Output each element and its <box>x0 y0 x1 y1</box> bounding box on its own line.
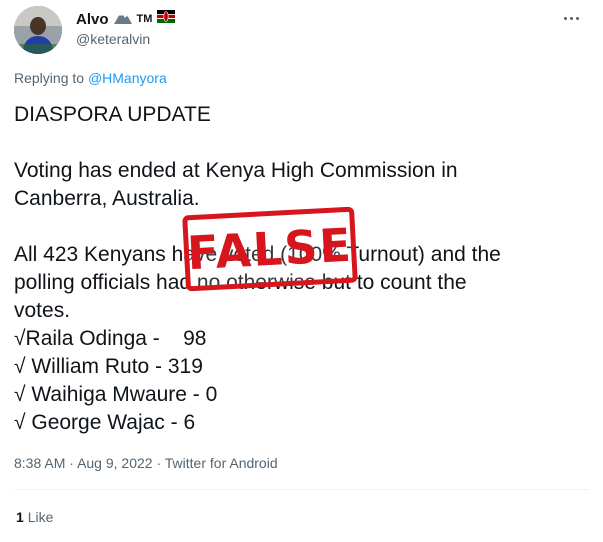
tweet-source[interactable]: Twitter for Android <box>165 455 278 471</box>
tweet-card: Alvo TM @keteralvin Replying to @HManyor… <box>0 0 603 542</box>
meta-separator: · <box>69 455 74 471</box>
divider <box>14 489 589 490</box>
tweet-date[interactable]: Aug 9, 2022 <box>77 455 153 471</box>
more-options-icon[interactable] <box>558 8 584 28</box>
false-stamp-text: FALSE <box>185 217 355 281</box>
author-name-row[interactable]: Alvo TM <box>76 8 176 30</box>
replying-to-label: Replying to <box>14 70 85 86</box>
likes-number: 1 <box>16 509 24 525</box>
false-stamp: FALSE <box>182 206 358 292</box>
tweet-line: votes. <box>14 299 71 322</box>
tweet-line: √ George Wajac - 6 <box>14 411 196 434</box>
tweet-meta: 8:38 AM · Aug 9, 2022 · Twitter for Andr… <box>14 455 278 471</box>
meta-separator: · <box>156 455 162 471</box>
tweet-line: √ William Ruto - 319 <box>14 355 203 378</box>
avatar[interactable] <box>14 6 62 54</box>
author-name[interactable]: Alvo <box>76 11 109 28</box>
tweet-line: Voting has ended at Kenya High Commissio… <box>14 159 458 182</box>
tweet-line: DIASPORA UPDATE <box>14 103 211 126</box>
tweet-line: √ Waihiga Mwaure - 0 <box>14 383 218 406</box>
avatar-image <box>14 6 62 54</box>
mountain-emoji-icon <box>113 10 132 29</box>
kenya-flag-icon <box>157 10 176 28</box>
likes-label: Like <box>27 509 54 525</box>
tweet-line: √Raila Odinga - 98 <box>14 327 207 350</box>
reply-target-link[interactable]: @HManyora <box>88 70 167 86</box>
trademark-text: TM <box>136 13 153 25</box>
tweet-time[interactable]: 8:38 AM <box>14 455 65 471</box>
likes-count[interactable]: 1 Like <box>16 509 53 525</box>
replying-to: Replying to @HManyora <box>14 70 167 86</box>
author-handle[interactable]: @keteralvin <box>76 31 150 47</box>
